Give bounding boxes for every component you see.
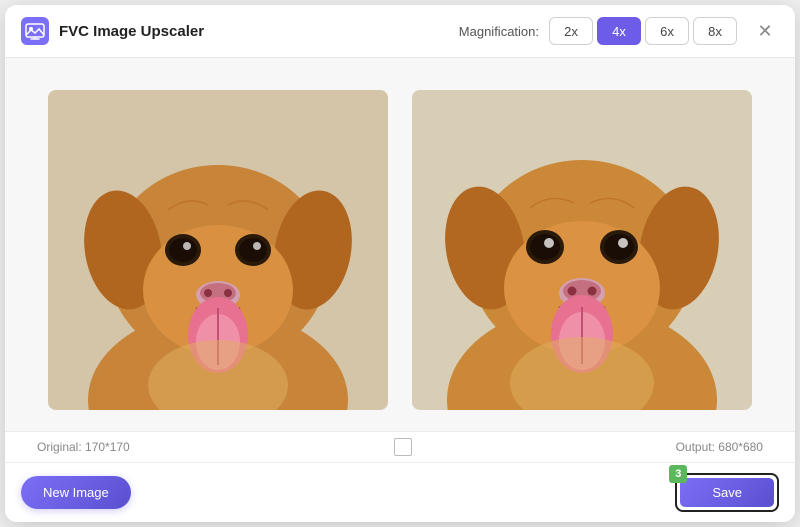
status-bar: Original: 170*170 Output: 680*680: [5, 431, 795, 462]
output-size-label: Output: 680*680: [676, 440, 763, 454]
mag-4x-button[interactable]: 4x: [597, 17, 641, 45]
app-title: FVC Image Upscaler: [59, 23, 204, 40]
save-badge: 3: [669, 465, 687, 483]
footer: New Image 3 Save: [5, 462, 795, 522]
app-window: FVC Image Upscaler Magnification: 2x 4x …: [5, 5, 795, 522]
mag-6x-button[interactable]: 6x: [645, 17, 689, 45]
images-area: [5, 58, 795, 431]
new-image-button[interactable]: New Image: [21, 476, 131, 509]
magnification-label: Magnification:: [459, 24, 539, 39]
center-icon: [394, 438, 412, 456]
magnification-buttons: 2x 4x 6x 8x: [549, 17, 737, 45]
app-logo-icon: [21, 17, 49, 45]
close-button[interactable]: ✕: [751, 17, 779, 45]
save-button[interactable]: Save: [680, 478, 774, 507]
original-image-panel: [48, 90, 388, 410]
mag-2x-button[interactable]: 2x: [549, 17, 593, 45]
output-image-panel: [412, 90, 752, 410]
save-area: 3 Save: [675, 473, 779, 512]
original-size-label: Original: 170*170: [37, 440, 130, 454]
titlebar: FVC Image Upscaler Magnification: 2x 4x …: [5, 5, 795, 58]
mag-8x-button[interactable]: 8x: [693, 17, 737, 45]
save-wrapper: 3 Save: [675, 473, 779, 512]
